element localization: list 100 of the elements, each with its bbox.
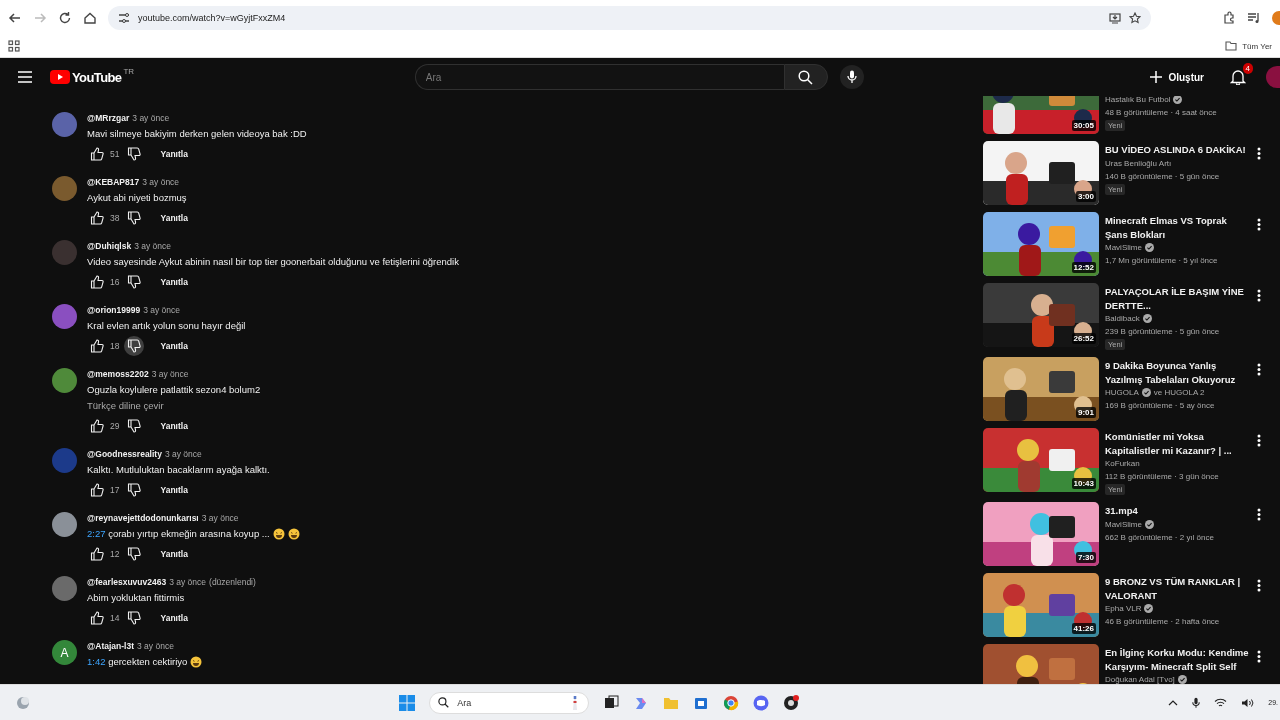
media-icon[interactable]: [1247, 10, 1261, 25]
chevron-up-icon[interactable]: [1168, 699, 1179, 706]
video-title[interactable]: 31.mp4: [1105, 504, 1138, 518]
wifi-icon[interactable]: [1214, 697, 1228, 708]
video-stats: 239 B görüntüleme · 5 gün önce: [1105, 326, 1220, 338]
address-bar[interactable]: youtube.com/watch?v=wGyjtFxxZM4: [108, 5, 1151, 30]
comment-author[interactable]: @Atajan-l3t: [87, 640, 134, 652]
avatar: A: [52, 640, 77, 665]
back-icon[interactable]: [8, 10, 22, 25]
site-info-icon[interactable]: [118, 11, 130, 24]
install-icon[interactable]: [1109, 11, 1121, 24]
star-icon[interactable]: [1129, 11, 1141, 24]
reply-button[interactable]: Yanıtla: [156, 418, 192, 434]
comment-author[interactable]: @KEBAP817: [87, 176, 140, 188]
search-icon: [798, 69, 814, 85]
logo-text[interactable]: YouTube: [72, 69, 122, 85]
taskbar-search-field[interactable]: Ara: [429, 691, 590, 714]
comment-author[interactable]: @orion19999: [87, 304, 141, 316]
comment-author[interactable]: @Duhiqlsk: [87, 240, 132, 252]
thumbs-down-icon: [127, 483, 142, 497]
comment-author[interactable]: @memoss2202: [87, 368, 149, 380]
timestamp-link[interactable]: 1:42: [87, 656, 106, 667]
windows-start-icon[interactable]: [399, 694, 416, 711]
comment-author[interactable]: @Goodnessreality: [87, 448, 162, 460]
reply-button[interactable]: Yanıtla: [156, 546, 192, 562]
channel-name[interactable]: HUGOLA: [1105, 386, 1139, 399]
reload-icon[interactable]: [58, 10, 72, 25]
search-button[interactable]: [783, 64, 828, 90]
video-title[interactable]: Komünistler mi Yoksa Kapitalistler mi Kazanır? | ...: [1105, 430, 1251, 457]
video-title[interactable]: Minecraft Elmas VS Toprak Şans Blokları: [1105, 214, 1251, 241]
more-options-icon[interactable]: [1257, 363, 1261, 376]
comment-time[interactable]: 3 ay önce: [137, 640, 174, 652]
comment-text: Oguzla koylulere patlattik sezon4 bolum2: [87, 383, 261, 396]
search-icon: [438, 697, 450, 708]
channel-name[interactable]: Doğukan Adal [Tvo]: [1105, 673, 1175, 684]
comment-author[interactable]: @MRrzgar: [87, 112, 130, 124]
channel-name[interactable]: Epha VLR: [1105, 602, 1142, 615]
channel-name[interactable]: Baldiback: [1105, 312, 1140, 325]
laughing-face-icon: [287, 527, 300, 540]
bell-icon[interactable]: [1230, 69, 1246, 85]
more-options-icon[interactable]: [1257, 579, 1261, 592]
comment-time[interactable]: 3 ay önce: [201, 512, 239, 524]
reply-button[interactable]: Yanıtla: [156, 338, 192, 354]
chrome-icon[interactable]: [723, 694, 740, 711]
more-options-icon[interactable]: [1257, 289, 1261, 302]
channel-name[interactable]: Hastalık Bu Futbol: [1105, 96, 1171, 106]
video-title[interactable]: 9 Dakika Boyunca Yanlış Yazılmış Tabelaları Okuyoruz: [1105, 359, 1251, 386]
more-options-icon[interactable]: [1257, 508, 1261, 521]
comment-time[interactable]: 3 ay önce: [164, 448, 202, 460]
reply-button[interactable]: Yanıtla: [156, 274, 192, 290]
like-count: 14: [110, 613, 120, 623]
channel-name[interactable]: KoFurkan: [1105, 457, 1140, 470]
url-text: youtube.com/watch?v=wGyjtFxxZM4: [138, 12, 286, 23]
video-title[interactable]: PALYAÇOLAR İLE BAŞIM YİNE DERTTE...: [1105, 285, 1251, 312]
video-duration: 12:52: [1071, 262, 1096, 273]
voice-search-button[interactable]: [839, 65, 864, 89]
reply-button[interactable]: Yanıtla: [156, 146, 192, 162]
reply-button[interactable]: Yanıtla: [156, 610, 192, 626]
speaker-icon[interactable]: [1241, 697, 1255, 708]
translate-link[interactable]: Türkçe diline çevir: [87, 399, 261, 412]
task-view-icon[interactable]: [603, 694, 620, 711]
microphone-icon[interactable]: [1192, 696, 1201, 709]
home-icon[interactable]: [83, 10, 97, 25]
thumbs-down-icon: [127, 547, 142, 561]
video-title[interactable]: 9 BRONZ VS TÜM RANKLAR | VALORANT: [1105, 575, 1251, 602]
bookmark-folder[interactable]: Tüm Yer: [1225, 41, 1272, 51]
comment-author[interactable]: @reynavejettdodonunkarısı: [87, 512, 199, 524]
video-stats: 112 B görüntüleme · 3 gün önce: [1105, 471, 1219, 483]
extensions-icon[interactable]: [1222, 10, 1236, 25]
video-title[interactable]: BU VİDEO ASLINDA 6 DAKİKA!: [1105, 143, 1246, 157]
more-options-icon[interactable]: [1257, 147, 1261, 160]
reply-button[interactable]: Yanıtla: [156, 210, 192, 226]
search-field[interactable]: Ara: [414, 64, 784, 90]
comment-time[interactable]: 3 ay önce: [142, 176, 180, 188]
channel-name[interactable]: Uras Benlioğlu Artı: [1105, 156, 1172, 170]
video-title[interactable]: En İlginç Korku Modu: Kendime Karşıyım- Minecraft Split Self: [1105, 646, 1251, 673]
comment-time[interactable]: 3 ay önce: [143, 304, 181, 316]
app-icon[interactable]: [783, 694, 800, 711]
dislike-button[interactable]: [124, 336, 145, 356]
timestamp-link[interactable]: 2:27: [87, 528, 106, 539]
apps-icon[interactable]: [8, 40, 20, 52]
comment-author[interactable]: @fearlesxuvuv2463: [87, 576, 167, 588]
channel-name[interactable]: ve HUGOLA 2: [1153, 386, 1205, 399]
menu-icon[interactable]: [18, 71, 32, 83]
more-options-icon[interactable]: [1257, 218, 1261, 231]
comment-time[interactable]: 3 ay önce: [132, 112, 170, 124]
comment-time[interactable]: 3 ay önce: [151, 368, 189, 380]
comment-time[interactable]: 3 ay önce: [169, 576, 207, 588]
thumbs-up-icon: [90, 611, 104, 625]
more-options-icon[interactable]: [1257, 650, 1261, 663]
comment-time[interactable]: 3 ay önce: [134, 240, 172, 252]
reply-button[interactable]: Yanıtla: [156, 482, 192, 498]
channel-name[interactable]: MaviSlime: [1105, 517, 1142, 531]
more-options-icon[interactable]: [1257, 434, 1261, 447]
channel-name[interactable]: MaviSlime: [1105, 241, 1142, 254]
thumbs-up-icon: [90, 275, 104, 289]
create-button[interactable]: Oluştur: [1144, 67, 1210, 87]
like-count: 12: [110, 549, 120, 559]
play-logo-icon[interactable]: [50, 70, 70, 84]
video-duration: 41:26: [1071, 623, 1096, 634]
